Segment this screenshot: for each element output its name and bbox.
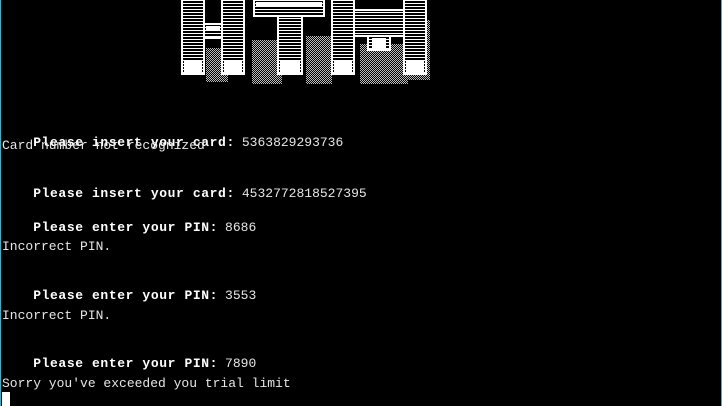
prompt-label: Please insert your card: xyxy=(33,186,235,201)
prompt-label: Please enter your PIN: xyxy=(33,356,219,371)
entered-card-number: 4532772818527395 xyxy=(241,186,367,201)
prompt-label: Please enter your PIN: xyxy=(33,288,219,303)
error-message-pin: Incorrect PIN. xyxy=(2,239,112,254)
entered-pin: 8686 xyxy=(225,220,257,235)
prompt-line-pin-1: Please enter your PIN: 8686 xyxy=(2,205,256,235)
prompt-line-insert-card-2: Please insert your card: 4532772818527395 xyxy=(2,171,366,201)
prompt-label: Please enter your PIN: xyxy=(33,220,219,235)
atm-banner-logo xyxy=(181,0,430,84)
text-cursor[interactable] xyxy=(2,392,10,406)
error-message-card: Card number not recognized xyxy=(2,138,205,153)
prompt-line-insert-card-1: Please insert your card: 5363829293736 xyxy=(2,120,343,150)
entered-pin: 3553 xyxy=(225,288,257,303)
error-message-pin: Incorrect PIN. xyxy=(2,308,112,323)
prompt-line-pin-3: Please enter your PIN: 7890 xyxy=(2,341,256,371)
entered-pin: 7890 xyxy=(225,356,257,371)
trial-limit-message: Sorry you've exceeded you trial limit xyxy=(2,376,291,391)
console-window[interactable]: Please insert your card: 5363829293736 Ca… xyxy=(0,0,722,406)
entered-card-number: 5363829293736 xyxy=(241,135,344,150)
prompt-line-pin-2: Please enter your PIN: 3553 xyxy=(2,273,256,303)
window-border-left xyxy=(0,0,1,406)
